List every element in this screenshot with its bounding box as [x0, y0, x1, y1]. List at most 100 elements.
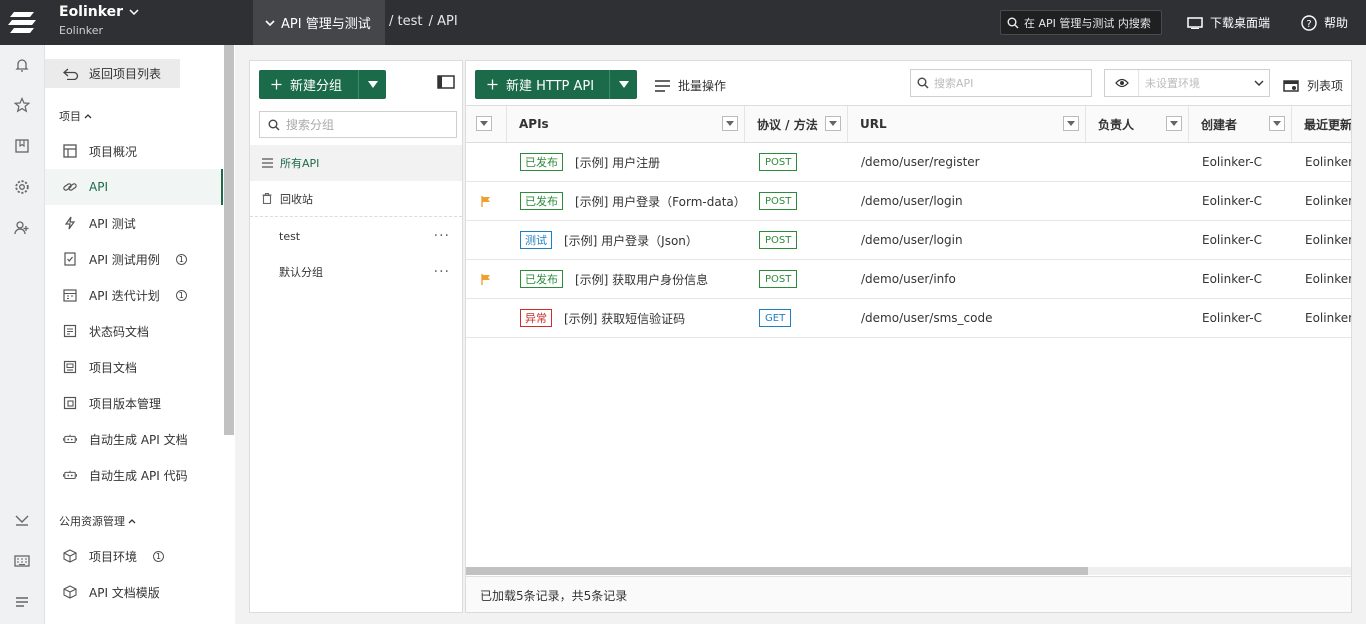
api-name[interactable]: [示例] 用户登录（Json）	[564, 232, 698, 249]
add-member-icon[interactable]	[13, 219, 31, 237]
nav-item-status-codes[interactable]: 状态码文档	[45, 313, 223, 349]
chevron-down-icon	[129, 9, 139, 15]
group-item-test[interactable]: test ···	[250, 218, 462, 254]
column-header-updated[interactable]: 最近更新	[1292, 106, 1351, 142]
brand-name: Eolinker	[59, 4, 124, 20]
nav-item-label: 项目概况	[89, 144, 138, 159]
status-badge: 已发布	[520, 270, 563, 288]
column-header-method[interactable]: 协议 / 方法	[745, 106, 848, 142]
api-name-cell[interactable]: 已发布 [示例] 获取用户身份信息	[520, 260, 746, 298]
nav-item-overview[interactable]: 项目概况	[45, 133, 223, 169]
nav-item-auto-code[interactable]: 自动生成 API 代码	[45, 457, 223, 493]
column-header-label: 创建者	[1201, 117, 1238, 132]
new-group-button[interactable]: 新建分组	[259, 70, 386, 99]
breadcrumb: / test / API	[389, 14, 460, 29]
filter-icon[interactable]	[1166, 116, 1182, 131]
collapse-panel-icon[interactable]	[437, 75, 455, 92]
brand-sub: Eolinker	[59, 24, 104, 37]
method-cell: GET	[759, 299, 849, 337]
batch-operation-button[interactable]: 批量操作	[655, 77, 726, 94]
more-options-icon[interactable]: ···	[434, 264, 450, 280]
breadcrumb-project[interactable]: / test	[389, 14, 422, 29]
download-desktop-button[interactable]: 下载桌面端	[1187, 14, 1270, 31]
cube-icon	[63, 585, 77, 599]
more-options-icon[interactable]: ···	[434, 228, 450, 244]
breadcrumb-api[interactable]: / API	[429, 14, 458, 29]
api-name-cell[interactable]: 已发布 [示例] 用户登录（Form-data）	[520, 182, 746, 220]
row-flag-cell	[481, 299, 507, 337]
book-icon	[63, 360, 77, 374]
star-icon[interactable]	[13, 96, 31, 114]
nav-item-auto-doc[interactable]: 自动生成 API 文档	[45, 421, 223, 457]
column-header-creator[interactable]: 创建者	[1189, 106, 1292, 142]
nav-item-iteration-plan[interactable]: API 迭代计划 1	[45, 277, 223, 313]
logo-icon[interactable]	[0, 0, 45, 45]
nav-item-doc-templates[interactable]: API 文档模版	[45, 574, 223, 610]
group-search-input[interactable]: 搜索分组	[259, 111, 457, 138]
public-section-title[interactable]: 公用资源管理	[59, 513, 136, 529]
new-http-api-button[interactable]: 新建 HTTP API	[475, 70, 637, 99]
api-search-input[interactable]: 搜索API	[910, 69, 1092, 97]
global-search-input[interactable]: 在 API 管理与测试 内搜索	[1000, 10, 1162, 35]
download-icon[interactable]	[13, 511, 31, 529]
nav-item-label: 项目环境	[89, 549, 138, 564]
workspace-switcher[interactable]: Eolinker Eolinker	[59, 4, 139, 37]
api-name[interactable]: [示例] 用户登录（Form-data）	[575, 193, 746, 210]
api-name-cell[interactable]: 异常 [示例] 获取短信验证码	[520, 299, 746, 337]
environment-select[interactable]: 未设置环境	[1104, 69, 1270, 97]
new-api-dropdown[interactable]	[609, 70, 637, 99]
back-to-projects-button[interactable]: 返回项目列表	[45, 59, 180, 88]
board-icon[interactable]	[13, 137, 31, 155]
eye-icon[interactable]	[1105, 70, 1139, 96]
table-row[interactable]: 已发布 [示例] 用户登录（Form-data） POST /demo/user…	[466, 182, 1351, 221]
updater-cell: Eolinker-	[1305, 272, 1352, 286]
new-group-dropdown[interactable]	[358, 70, 386, 99]
column-header-url[interactable]: URL	[848, 106, 1086, 142]
select-column-header[interactable]	[466, 106, 507, 142]
column-header-apis[interactable]: APIs	[507, 106, 745, 142]
filter-icon[interactable]	[722, 116, 738, 131]
filter-icon[interactable]	[1269, 116, 1285, 131]
project-section-title[interactable]: 项目	[59, 108, 92, 124]
sidebar-scrollbar[interactable]	[224, 45, 234, 435]
flag-icon[interactable]	[481, 273, 491, 285]
table-row[interactable]: 已发布 [示例] 用户注册 POST /demo/user/register E…	[466, 143, 1351, 182]
scrollbar-thumb[interactable]	[466, 567, 1088, 575]
filter-icon[interactable]	[476, 116, 492, 131]
module-label: API 管理与测试	[281, 17, 371, 32]
creator-cell: Eolinker-C	[1202, 194, 1262, 208]
table-row[interactable]: 异常 [示例] 获取短信验证码 GET /demo/user/sms_code …	[466, 299, 1351, 338]
api-name[interactable]: [示例] 获取用户身份信息	[575, 271, 708, 288]
api-name-cell[interactable]: 已发布 [示例] 用户注册	[520, 143, 746, 181]
nav-item-test-cases[interactable]: API 测试用例 1	[45, 241, 223, 277]
group-search-placeholder: 搜索分组	[286, 118, 335, 132]
api-name-cell[interactable]: 测试 [示例] 用户登录（Json）	[520, 221, 746, 259]
group-item-default[interactable]: 默认分组 ···	[250, 254, 462, 290]
module-tab[interactable]: API 管理与测试	[253, 0, 385, 45]
horizontal-scrollbar[interactable]	[466, 567, 1351, 575]
nav-item-versions[interactable]: 项目版本管理	[45, 385, 223, 421]
filter-icon[interactable]	[825, 116, 841, 131]
keyboard-icon[interactable]	[13, 552, 31, 570]
row-flag-cell	[481, 221, 507, 259]
nav-item-project-docs[interactable]: 项目文档	[45, 349, 223, 385]
nav-item-api-test[interactable]: API 测试	[45, 205, 223, 241]
table-row[interactable]: 测试 [示例] 用户登录（Json） POST /demo/user/login…	[466, 221, 1351, 260]
gear-icon[interactable]	[13, 178, 31, 196]
record-count: 已加载5条记录，共5条记录	[466, 576, 1351, 612]
plus-icon	[271, 79, 282, 90]
api-name[interactable]: [示例] 获取短信验证码	[564, 310, 685, 327]
group-item-all-apis[interactable]: 所有API	[250, 145, 462, 181]
table-row[interactable]: 已发布 [示例] 获取用户身份信息 POST /demo/user/info E…	[466, 260, 1352, 299]
nav-item-environments[interactable]: 项目环境 1	[45, 538, 223, 574]
help-button[interactable]: ? 帮助	[1301, 14, 1348, 31]
group-item-recycle-bin[interactable]: 回收站	[250, 181, 462, 217]
column-header-owner[interactable]: 负责人	[1086, 106, 1189, 142]
menu-icon[interactable]	[13, 593, 31, 611]
api-name[interactable]: [示例] 用户注册	[575, 154, 660, 171]
flag-icon[interactable]	[481, 195, 491, 207]
nav-item-api[interactable]: API	[45, 169, 223, 205]
column-settings-button[interactable]: 列表项	[1283, 77, 1343, 94]
filter-icon[interactable]	[1063, 116, 1079, 131]
bell-icon[interactable]	[13, 56, 31, 74]
